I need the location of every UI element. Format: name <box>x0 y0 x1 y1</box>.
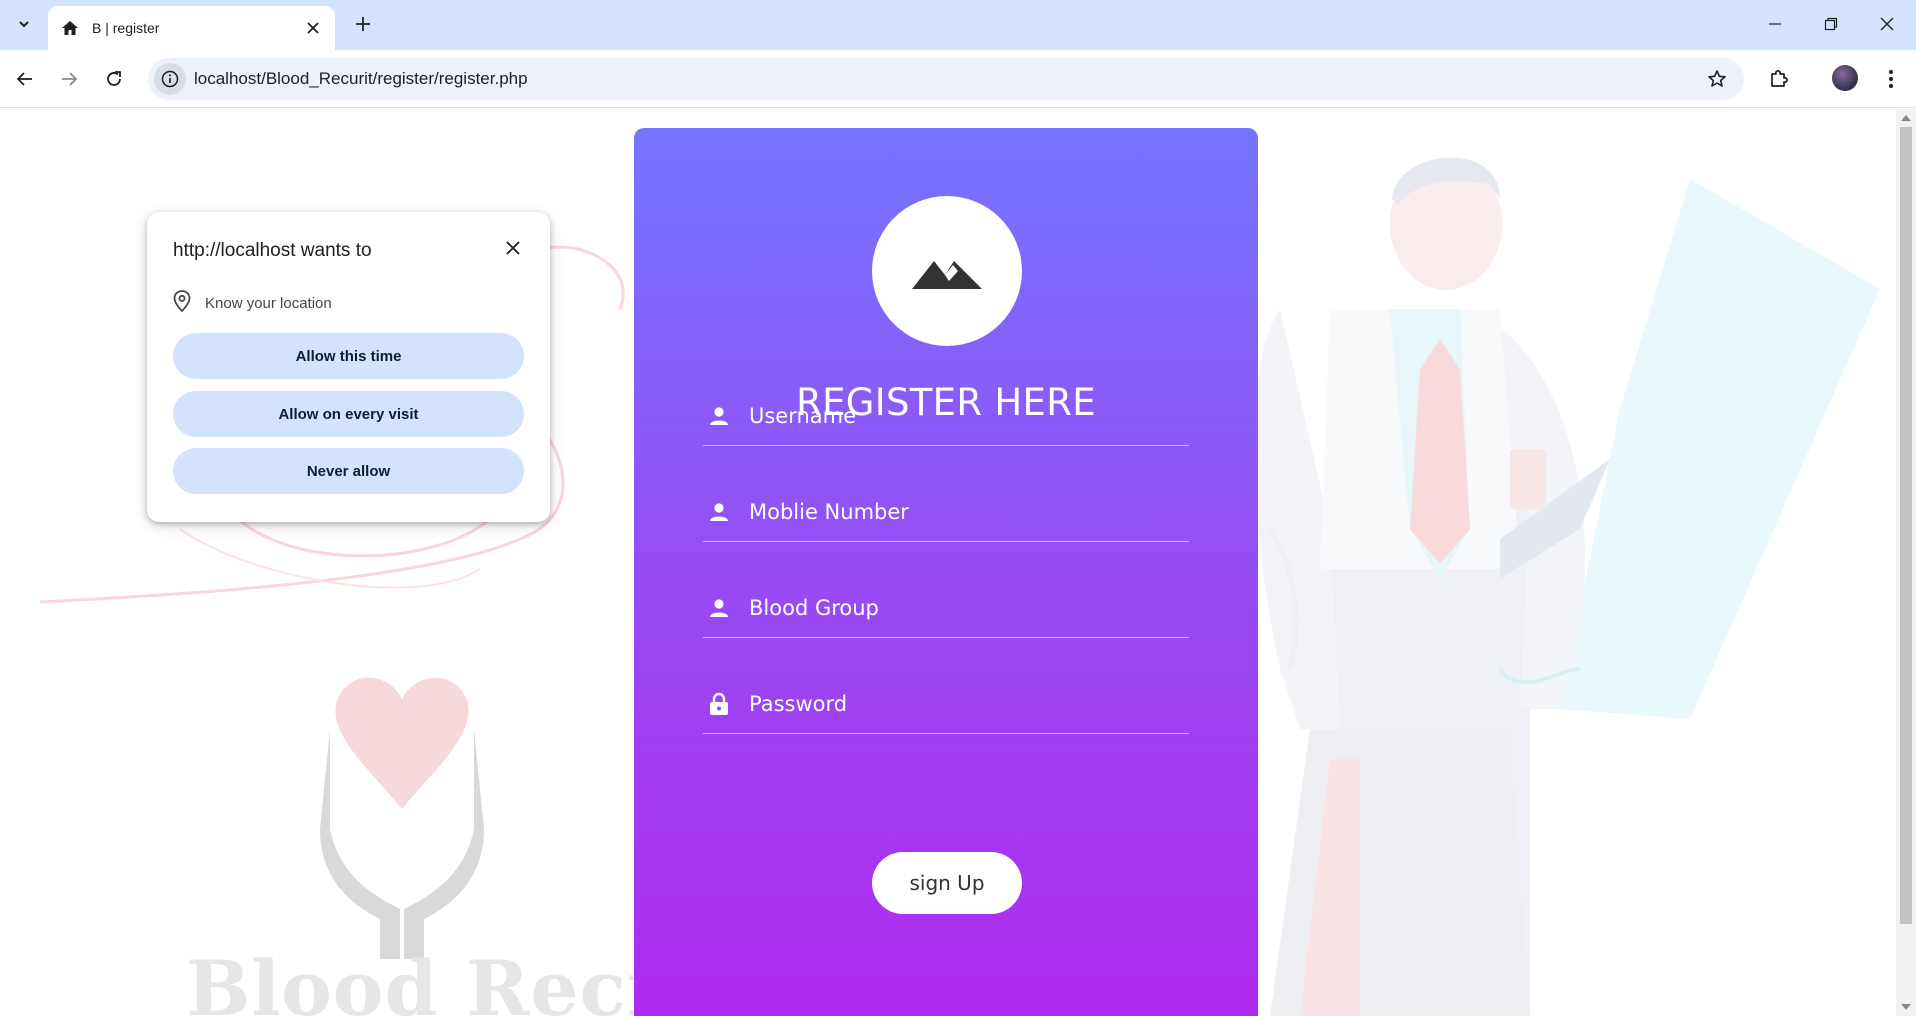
permission-label: Know your location <box>205 295 332 312</box>
logo-circle <box>872 196 1022 346</box>
chevron-down-icon <box>19 21 29 28</box>
never-allow-button[interactable]: Never allow <box>173 448 524 494</box>
register-card: REGISTER HERE sign Up <box>634 128 1258 1016</box>
sign-up-button[interactable]: sign Up <box>872 852 1022 914</box>
tab-search-button[interactable] <box>10 10 38 38</box>
user-icon <box>707 500 731 524</box>
tab-title: B | register <box>92 20 160 36</box>
location-pin-icon <box>173 290 191 317</box>
close-tab-icon[interactable] <box>303 18 323 38</box>
password-field <box>703 678 1189 734</box>
url-text[interactable]: localhost/Blood_Recurit/register/registe… <box>194 69 528 89</box>
username-input[interactable] <box>749 398 1179 434</box>
mobile-number-input[interactable] <box>749 494 1179 530</box>
minimize-button[interactable] <box>1755 8 1795 40</box>
site-info-button[interactable] <box>154 63 186 95</box>
new-tab-button[interactable] <box>350 11 376 37</box>
active-tab[interactable]: B | register <box>48 6 335 50</box>
mobile-number-field <box>703 486 1189 542</box>
info-icon <box>161 70 179 88</box>
menu-button[interactable] <box>1876 64 1906 94</box>
popup-title: http://localhost wants to <box>173 240 372 261</box>
blood-group-field <box>703 582 1189 638</box>
forward-button[interactable] <box>54 64 84 94</box>
restore-button[interactable] <box>1811 8 1851 40</box>
close-window-button[interactable] <box>1867 8 1907 40</box>
allow-this-time-button[interactable]: Allow this time <box>173 333 524 379</box>
username-field <box>703 390 1189 446</box>
extensions-button[interactable] <box>1764 64 1794 94</box>
user-icon <box>707 596 731 620</box>
scroll-down-arrow-icon[interactable] <box>1901 1004 1911 1010</box>
mountain-icon <box>912 261 982 289</box>
arrow-left-icon <box>16 72 32 86</box>
permission-row: Know your location <box>173 290 332 317</box>
lock-icon <box>707 692 731 716</box>
address-bar[interactable]: localhost/Blood_Recurit/register/registe… <box>148 58 1744 100</box>
blood-group-input[interactable] <box>749 590 1179 626</box>
bookmark-star-icon[interactable] <box>1706 68 1728 90</box>
scrollbar-thumb[interactable] <box>1900 127 1912 924</box>
minimize-icon <box>1769 23 1781 25</box>
browser-toolbar: localhost/Blood_Recurit/register/registe… <box>0 50 1916 108</box>
home-icon <box>60 18 80 38</box>
plus-icon <box>356 17 370 31</box>
arrow-right-icon <box>62 72 78 86</box>
vertical-scrollbar[interactable] <box>1896 109 1916 1016</box>
scroll-up-arrow-icon[interactable] <box>1901 115 1911 121</box>
tab-strip: B | register <box>0 0 1916 50</box>
kebab-menu-icon <box>1889 70 1893 88</box>
close-icon[interactable] <box>501 236 525 260</box>
reload-icon <box>107 71 121 86</box>
reload-button[interactable] <box>99 64 129 94</box>
location-permission-popup: http://localhost wants to Know your loca… <box>147 212 550 522</box>
close-icon <box>1880 17 1894 31</box>
restore-icon <box>1824 17 1838 31</box>
allow-every-visit-button[interactable]: Allow on every visit <box>173 391 524 437</box>
back-button[interactable] <box>10 64 40 94</box>
puzzle-icon <box>1771 70 1788 87</box>
profile-avatar[interactable] <box>1832 65 1858 91</box>
page-viewport: Blood Recru REGISTER HERE Username Mobli… <box>0 109 1896 1016</box>
password-input[interactable] <box>749 686 1179 722</box>
user-icon <box>707 404 731 428</box>
